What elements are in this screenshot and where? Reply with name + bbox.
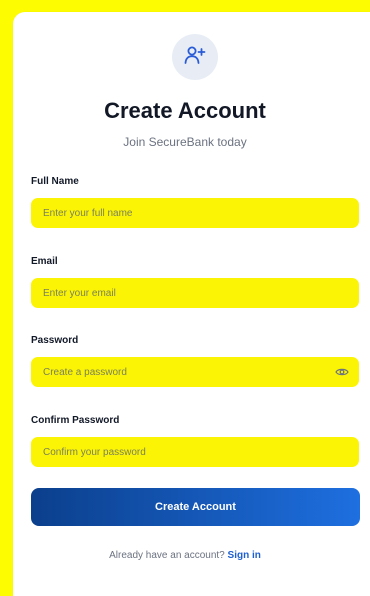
avatar-badge: [172, 34, 218, 80]
email-field[interactable]: [31, 278, 359, 308]
confirm-password-field[interactable]: [31, 437, 359, 467]
signin-prompt: Already have an account? Sign in: [0, 550, 370, 561]
page-title: Create Account: [104, 98, 266, 123]
sign-in-link[interactable]: Sign in: [228, 550, 261, 561]
password-label: Password: [31, 335, 79, 346]
password-input[interactable]: [31, 357, 359, 387]
confirm-password-input[interactable]: [31, 437, 359, 467]
signin-prompt-text: Already have an account?: [109, 550, 225, 561]
create-account-button[interactable]: Create Account: [31, 488, 360, 526]
page-subtitle: Join SecureBank today: [123, 135, 247, 149]
eye-icon[interactable]: [335, 366, 349, 378]
full-name-input[interactable]: [31, 198, 359, 228]
full-name-label: Full Name: [31, 176, 79, 187]
email-input[interactable]: [31, 278, 359, 308]
full-name-field[interactable]: [31, 198, 359, 228]
email-label: Email: [31, 256, 58, 267]
user-plus-icon: [184, 45, 206, 70]
confirm-password-label: Confirm Password: [31, 415, 120, 426]
password-field[interactable]: [31, 357, 359, 387]
